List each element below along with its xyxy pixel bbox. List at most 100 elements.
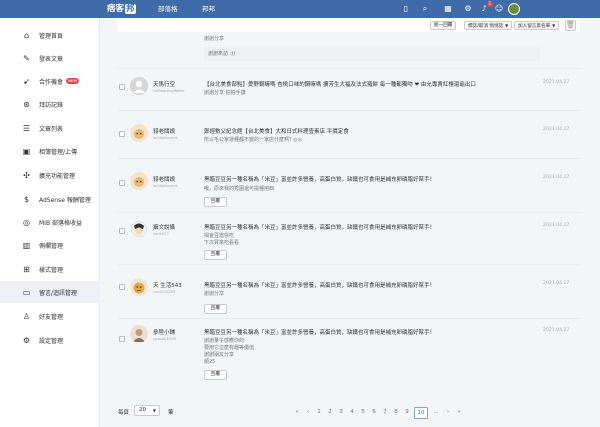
per-page-label: 每頁 <box>118 410 130 416</box>
comment-checkbox[interactable] <box>119 228 125 234</box>
sidebar-item-articles[interactable]: ☰ 文章列表 <box>0 117 100 139</box>
chevron-down-icon: ▼ <box>505 23 509 28</box>
sidebar-item-mib[interactable]: ◎ MIB 部落格收益 <box>0 211 100 233</box>
page-ellipsis: ... <box>433 409 439 415</box>
bulk-reply-button[interactable]: 統一回覆 <box>430 21 457 30</box>
commenter-name[interactable]: 天 生活543 <box>153 281 182 289</box>
per-page-select[interactable]: 20 ▼ <box>134 405 160 416</box>
article-title[interactable]: 【台北美食部點】愛野鋼嘛嗎 杏桃口味的鋼嘛嗎 擴芳生大福及法式羅餅 每一種都獨吻… <box>204 80 476 88</box>
user-icon[interactable]: ☺ <box>494 4 504 14</box>
page-link-current[interactable]: 10 <box>414 407 428 419</box>
page-link[interactable]: 5 <box>358 407 368 417</box>
comment-checkbox[interactable] <box>119 180 125 186</box>
commenter-name[interactable]: 攝文說攝 <box>153 223 175 231</box>
avatar <box>130 325 148 343</box>
commenter-id: lolaladarpicit <box>153 135 178 140</box>
nav-blog[interactable]: 部落格 <box>158 0 178 18</box>
page-link[interactable]: 4 <box>347 407 357 417</box>
page-next[interactable]: › <box>443 407 453 417</box>
divider <box>118 110 580 111</box>
page-link[interactable]: 9 <box>402 407 412 417</box>
page-link[interactable]: 3 <box>336 407 346 417</box>
comment-checkbox[interactable] <box>119 84 125 90</box>
commenter-name[interactable]: 錢老闆娘 <box>153 127 175 135</box>
comment-text: 謝謝量子感應你的 <box>204 338 245 344</box>
avatar <box>130 220 148 238</box>
comment-text: 所以毛公家運種都不變的一家店什麼啊? ◎◎ <box>204 137 302 143</box>
article-title[interactable]: 黑醋豆豆另一種名稱為「米豆」富並許多營養，高蛋白質，缺鐵也可食用是補充卵磷脂好幫… <box>204 223 435 231</box>
sidebar-item-dashboard[interactable]: ⌂ 管理首頁 <box>0 24 100 46</box>
sidebar-item-label: 好友管理 <box>39 313 64 321</box>
top-bar: 痞客邦 部落格 邦邦 ▯ ⌕ ▦ ⚙ ♪ 1 ☺ <box>0 0 600 18</box>
page-last[interactable]: » <box>454 407 464 417</box>
blacklist-button[interactable]: 加入留言黑名單 ▼ <box>514 21 560 30</box>
search-icon[interactable]: ⌕ <box>420 4 430 14</box>
sidebar-item-comments[interactable]: ▭ 留言/迴訊管理 <box>0 281 100 303</box>
user-avatar[interactable] <box>508 3 520 15</box>
comment-text: 謝謝分享 <box>204 36 225 42</box>
article-title[interactable]: 黑醋豆豆另一種名稱為「米豆」富並許多營養，高蛋白質，缺鐵也可食用是補充卵磷脂好幫… <box>204 281 435 289</box>
sidebar-item-label: 合作機會 <box>39 78 64 86</box>
page-link[interactable]: 6 <box>369 407 379 417</box>
mark-private-button[interactable]: 標誌/取消 悄悄話 ▼ <box>464 21 513 30</box>
settings-icon[interactable]: ⚙ <box>463 4 473 14</box>
article-title[interactable]: 鄭經數父紀念館【台北美食】大和日式料理壹素店 平價定食 <box>204 127 349 135</box>
grid-icon[interactable]: ▦ <box>443 4 453 14</box>
avatar <box>130 172 148 190</box>
comment-date: 2021.04.27 <box>543 127 570 132</box>
commenter-id: cool100289 <box>153 289 176 294</box>
sidebar-item-settings[interactable]: ⚙ 設定管理 <box>0 329 100 351</box>
sidebar-item-adsense[interactable]: $ AdSense 報酬管理 <box>0 188 100 210</box>
sidebar-item-themes[interactable]: ⊞ 樣式管理 <box>0 258 100 280</box>
comment-date: 2021.04.27 <box>543 223 570 228</box>
logo-text: 痞客 <box>107 4 125 14</box>
article-title[interactable]: 黑醋豆豆另一種名稱為「米豆」富並許多營養，高蛋白質，缺鐵也可食用是補充卵磷脂好幫… <box>204 328 435 336</box>
reply-button[interactable]: 回覆 <box>204 304 227 314</box>
document-icon[interactable]: ▯ <box>401 4 411 14</box>
settings-icon: ⚙ <box>22 335 31 345</box>
sidebar-item-albums[interactable]: ▣ 相簿管理/上傳 <box>0 140 100 162</box>
reply-button[interactable]: 回覆 <box>204 250 227 260</box>
notification-badge: 1 <box>487 1 493 7</box>
sidebar-item-visits[interactable]: ⊛ 拜訪記錄 <box>0 93 100 115</box>
pixnet-logo[interactable]: 痞客邦 <box>104 3 139 15</box>
sidebar-item-friends[interactable]: ♙ 好友管理 <box>0 305 100 327</box>
commenter-name[interactable]: 天馬行空 <box>153 80 175 88</box>
divider <box>118 264 580 265</box>
edit-icon: ✎ <box>23 53 30 63</box>
comment-checkbox[interactable] <box>119 336 125 342</box>
commenter-id: UnReadingWater <box>153 88 185 93</box>
divider <box>118 212 580 213</box>
comment-text: 下次買來吃看看 <box>204 240 240 246</box>
puzzle-icon: ✣ <box>23 170 30 180</box>
image-icon: ▣ <box>22 146 31 156</box>
reply-button[interactable]: 回覆 <box>204 370 227 380</box>
sidebar-item-sidebar-manage[interactable]: ▥ 側欄管理 <box>0 234 100 256</box>
commenter-id: lolaladarpicit <box>153 183 178 188</box>
comment-text: 揭會豆當營吃 <box>204 233 235 239</box>
page-first[interactable]: « <box>292 407 302 417</box>
reply-button[interactable]: 回覆 <box>204 197 227 207</box>
page-prev[interactable]: ‹ <box>303 407 313 417</box>
trash-icon[interactable]: 🗑 <box>565 20 576 31</box>
commenter-name[interactable]: 參陸小輔 <box>153 328 175 336</box>
commenter-name[interactable]: 錢老闆娘 <box>153 175 175 183</box>
nav-bangbang[interactable]: 邦邦 <box>202 0 215 18</box>
article-title[interactable]: 黑醋豆豆另一種名稱為「米豆」富並許多營養，高蛋白質，缺鐵也可食用是補充卵磷脂好幫… <box>204 175 435 183</box>
sidebar-item-extensions[interactable]: ✣ 擴充功能管理 <box>0 164 100 186</box>
divider <box>118 318 580 319</box>
page-link[interactable]: 7 <box>380 407 390 417</box>
sidebar-item-post[interactable]: ✎ 發表文章 <box>0 47 100 69</box>
page-link[interactable]: 2 <box>325 407 335 417</box>
sidebar: ⌂ 管理首頁 ✎ 發表文章 ➹ 合作機會 NEW ⊛ 拜訪記錄 ☰ 文章列表 ▣ 相簿管理/上… <box>0 18 100 427</box>
comment-date: 2021.04.27 <box>543 281 570 286</box>
sidebar-item-label: 發表文章 <box>39 55 64 63</box>
sidebar-item-label: 相簿管理/上傳 <box>39 148 78 156</box>
sidebar-item-cooperation[interactable]: ➹ 合作機會 NEW <box>0 70 100 92</box>
blacklist-label: 加入留言黑名單 <box>518 24 551 29</box>
page-link[interactable]: 8 <box>391 407 401 417</box>
comment-checkbox[interactable] <box>119 131 125 137</box>
comment-date: 2021.04.27 <box>543 80 570 85</box>
page-link[interactable]: 1 <box>314 407 324 417</box>
comment-checkbox[interactable] <box>119 284 125 290</box>
